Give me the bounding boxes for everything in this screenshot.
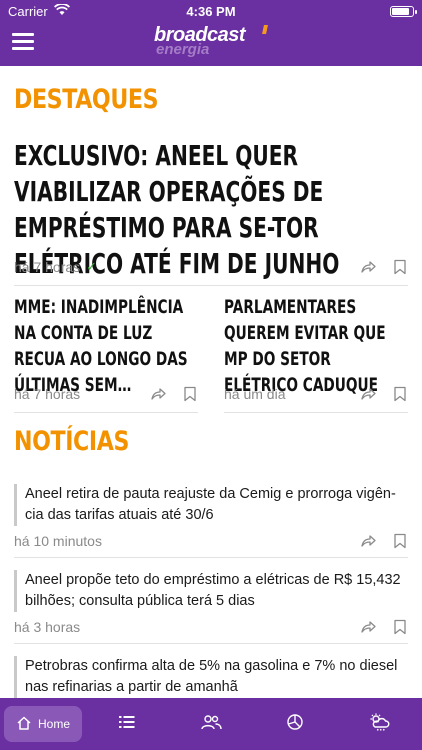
battery-icon	[390, 6, 417, 17]
divider	[14, 557, 408, 558]
news-accent-bar	[14, 570, 17, 612]
news-accent-bar	[14, 656, 17, 698]
highlight-meta: há um dia	[224, 386, 285, 402]
hamburger-menu-button[interactable]	[12, 33, 34, 51]
bookmark-icon[interactable]	[393, 619, 409, 635]
tab-home[interactable]: Home	[4, 706, 82, 742]
section-title-highlights: DESTAQUES	[14, 84, 159, 115]
weather-icon	[368, 713, 390, 736]
home-icon	[16, 715, 32, 734]
share-icon[interactable]	[360, 619, 376, 635]
highlight-headline[interactable]: PARLAMENTARES QUEREM EVITAR QUE MP DO SE…	[224, 294, 405, 398]
news-text: Aneel propõe teto do empréstimo a elétri…	[25, 572, 401, 609]
bottom-tab-bar: Home	[0, 698, 422, 750]
featured-meta: há 7 horas ✓	[14, 259, 97, 275]
app-header: Carrier 4:36 PM broadcast energia	[0, 0, 422, 66]
bookmark-icon[interactable]	[393, 533, 409, 549]
bookmark-icon[interactable]	[393, 259, 409, 275]
news-item[interactable]: Aneel retira de pauta reajuste da Cemig …	[14, 484, 408, 526]
list-icon	[118, 714, 136, 735]
featured-time: há 7 horas	[14, 259, 81, 275]
pie-chart-icon	[286, 713, 304, 736]
share-icon[interactable]	[360, 259, 376, 275]
tab-weather[interactable]	[362, 706, 396, 742]
news-accent-bar	[14, 484, 17, 526]
clock: 4:36 PM	[186, 4, 236, 19]
news-text: Aneel retira de pauta reajuste da Cemig …	[25, 486, 396, 523]
divider	[14, 643, 408, 644]
share-icon[interactable]	[360, 386, 376, 402]
logo-accent-mark	[262, 25, 268, 34]
section-title-news: NOTÍCIAS	[14, 426, 129, 457]
highlight-time: há um dia	[224, 386, 286, 402]
feed[interactable]: DESTAQUES EXCLUSIVO: ANEEL QUER VIABILIZ…	[0, 66, 422, 698]
news-item[interactable]: Petrobras confirma alta de 5% na gasolin…	[14, 656, 408, 698]
battery-level	[392, 8, 410, 15]
tab-markets[interactable]	[278, 706, 312, 742]
divider	[224, 412, 408, 413]
news-time: há 3 horas	[14, 619, 81, 635]
highlight-meta: há 7 horas	[14, 386, 80, 402]
menu-line	[12, 40, 34, 43]
status-bar: Carrier 4:36 PM	[0, 0, 422, 22]
divider	[14, 412, 198, 413]
news-text: Petrobras confirma alta de 5% na gasolin…	[25, 658, 398, 695]
share-icon[interactable]	[150, 386, 166, 402]
bookmark-icon[interactable]	[183, 386, 199, 402]
news-meta: há 3 horas	[14, 619, 80, 635]
menu-line	[12, 47, 34, 50]
news-meta: há 10 minutos	[14, 533, 102, 549]
share-icon[interactable]	[360, 533, 376, 549]
highlight-time: há 7 horas	[14, 386, 81, 402]
bookmark-icon[interactable]	[393, 386, 409, 402]
logo-sub-text: energia	[156, 41, 210, 58]
tab-home-label: Home	[37, 717, 70, 731]
news-item[interactable]: Aneel propõe teto do empréstimo a elétri…	[14, 570, 408, 612]
news-time: há 10 minutos	[14, 533, 102, 549]
tab-list[interactable]	[110, 706, 144, 742]
divider	[14, 285, 408, 286]
menu-line	[12, 33, 34, 36]
people-icon	[200, 714, 222, 735]
app-logo: broadcast energia	[150, 24, 280, 60]
read-check-icon: ✓	[86, 259, 98, 274]
tab-people[interactable]	[194, 706, 228, 742]
highlight-headline[interactable]: MME: INADIMPLÊNCIA NA CONTA DE LUZ RECUA…	[14, 294, 195, 398]
